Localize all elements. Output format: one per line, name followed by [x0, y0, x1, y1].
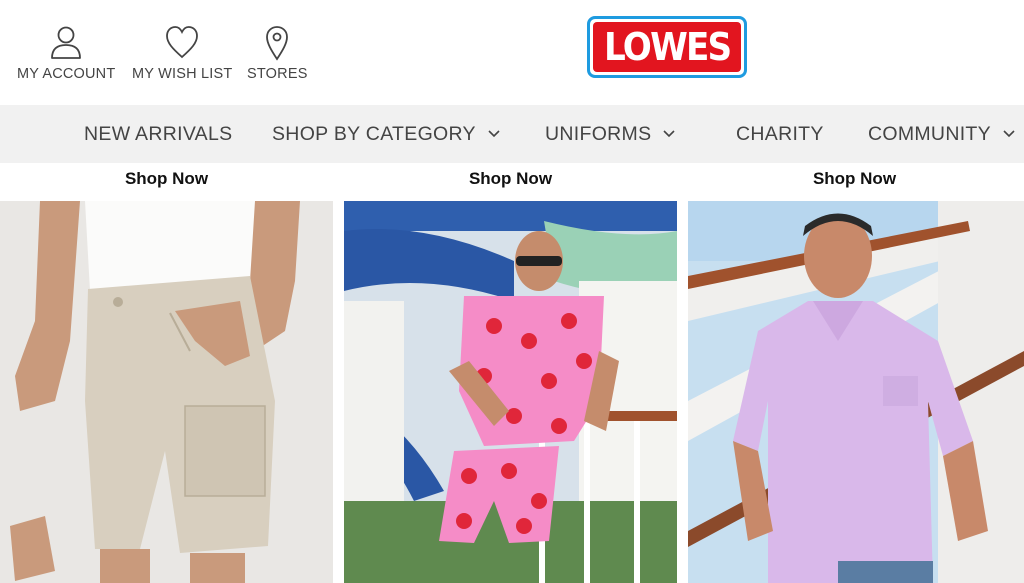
nav-label: CHARITY: [736, 122, 824, 145]
nav-label: NEW ARRIVALS: [84, 122, 233, 145]
main-navigation: NEW ARRIVALS SHOP BY CATEGORY UNIFORMS C…: [0, 105, 1024, 163]
promo-tile-lilac-polo[interactable]: [688, 201, 1024, 583]
heart-icon: [166, 26, 199, 59]
user-icon: [51, 26, 82, 59]
my-account-link[interactable]: MY ACCOUNT: [17, 24, 115, 82]
location-pin-icon: [266, 26, 289, 61]
promo-tile-strawberry-outfit[interactable]: [344, 201, 677, 583]
shop-now-link[interactable]: Shop Now: [344, 166, 677, 192]
stores-label: STORES: [247, 66, 308, 82]
promo-tile-cargo-shorts[interactable]: [0, 201, 333, 583]
nav-label: SHOP BY CATEGORY: [272, 122, 476, 145]
chevron-down-icon: [663, 130, 675, 138]
nav-new-arrivals[interactable]: NEW ARRIVALS: [84, 105, 232, 163]
product-image: [688, 201, 1024, 583]
nav-uniforms[interactable]: UNIFORMS: [545, 105, 675, 163]
wish-list-link[interactable]: MY WISH LIST: [132, 24, 232, 82]
shop-now-link[interactable]: Shop Now: [688, 166, 1021, 192]
chevron-down-icon: [488, 130, 500, 138]
nav-label: UNIFORMS: [545, 122, 652, 145]
lowes-logo[interactable]: LOWES: [587, 16, 747, 78]
chevron-down-icon: [1003, 130, 1015, 138]
logo-text: LOWES: [603, 25, 732, 69]
nav-community[interactable]: COMMUNITY: [868, 105, 1015, 163]
nav-shop-by-category[interactable]: SHOP BY CATEGORY: [272, 105, 500, 163]
shop-now-link[interactable]: Shop Now: [0, 166, 333, 192]
product-image: [344, 201, 677, 583]
stores-link[interactable]: STORES: [247, 24, 308, 82]
wish-list-label: MY WISH LIST: [132, 66, 233, 82]
site-header: MY ACCOUNT MY WISH LIST STORES LOWES: [0, 0, 1024, 105]
logo-badge: LOWES: [593, 22, 741, 72]
nav-charity[interactable]: CHARITY: [736, 105, 824, 163]
nav-label: COMMUNITY: [868, 122, 991, 145]
my-account-label: MY ACCOUNT: [17, 66, 116, 82]
product-image: [0, 201, 333, 583]
